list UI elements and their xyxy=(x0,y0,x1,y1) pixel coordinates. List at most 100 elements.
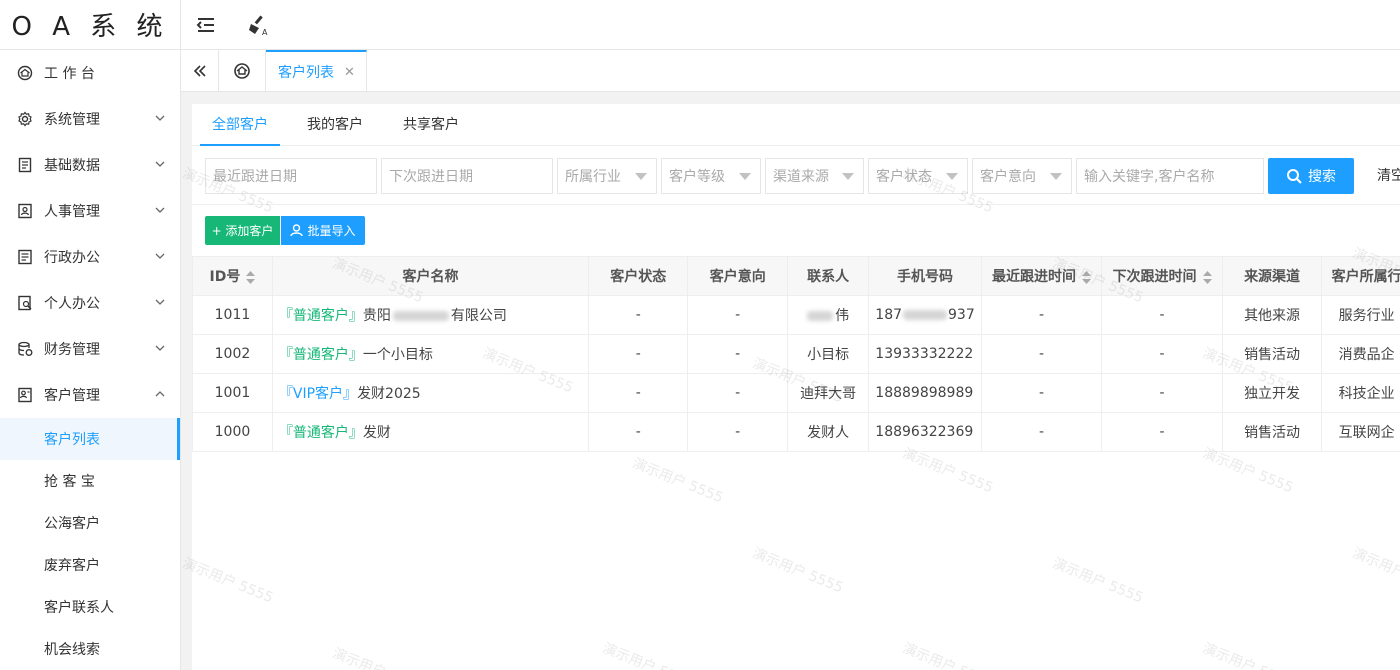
cell-customer-name[interactable]: 『普通客户』一个小目标 xyxy=(271,334,590,374)
column-header[interactable]: 最近跟进时间 xyxy=(980,256,1103,296)
cell-intent: - xyxy=(687,334,788,374)
sidebar-subitem[interactable]: 公海客户 xyxy=(0,502,180,544)
sidebar: 工 作 台系统管理基础数据人事管理 行政办公 个人办公 财务管理客户管理客户列表抢 客… xyxy=(0,50,181,670)
intent-select[interactable]: 客户意向 xyxy=(972,158,1072,194)
dashboard-icon xyxy=(16,64,34,82)
cell-source: 销售活动 xyxy=(1221,412,1323,452)
subtab-my-customers[interactable]: 我的客户 xyxy=(295,104,375,146)
user-icon xyxy=(290,224,304,237)
last-follow-time: - xyxy=(1038,424,1045,440)
double-chevron-left-icon[interactable] xyxy=(181,50,219,92)
last-follow-time: - xyxy=(1038,307,1045,323)
sidebar-item-settings[interactable]: 系统管理 xyxy=(0,96,180,142)
cell-customer-name[interactable]: 『普通客户』发财 xyxy=(271,412,590,452)
caret-down-icon xyxy=(946,173,958,180)
column-header-label: 来源渠道 xyxy=(1244,269,1301,285)
subtab-all-customers[interactable]: 全部客户 xyxy=(200,104,280,146)
caret-down-icon xyxy=(739,173,751,180)
industry-select[interactable]: 所属行业 xyxy=(557,158,657,194)
sidebar-item-label: 系统管理 xyxy=(44,112,100,128)
chevron-down-icon xyxy=(154,158,166,170)
sidebar-subitem[interactable]: 客户列表 xyxy=(0,418,180,460)
source-channel: 销售活动 xyxy=(1244,347,1301,363)
cell-id: 1001 xyxy=(192,373,273,413)
keyword-search-input[interactable]: 输入关键字,客户名称 xyxy=(1076,158,1264,194)
batch-import-button[interactable]: 批量导入 xyxy=(280,216,365,245)
sidebar-item-database[interactable]: 基础数据 xyxy=(0,142,180,188)
home-tab-icon[interactable] xyxy=(219,50,266,92)
cell-contact: 伟 xyxy=(786,295,870,335)
status-select[interactable]: 客户状态 xyxy=(868,158,968,194)
customer-table: ID号 客户名称 客户状态 客户意向 联系人 手机号码 最近跟进时间 下次跟进时间 来源渠道 客户… xyxy=(192,256,1400,452)
menu-fold-icon[interactable] xyxy=(193,12,219,38)
sidebar-item-user-search[interactable]: 个人办公 xyxy=(0,280,180,326)
subtab-shared-customers[interactable]: 共享客户 xyxy=(391,104,471,146)
phone-prefix: 18889898989 xyxy=(875,385,974,401)
phone-prefix: 18896322369 xyxy=(875,424,974,440)
sidebar-item-dashboard[interactable]: 工 作 台 xyxy=(0,50,180,96)
customer-tag: 『普通客户』 xyxy=(278,425,363,441)
sidebar-item-finance[interactable]: 财务管理 xyxy=(0,326,180,372)
column-header[interactable]: ID号 xyxy=(192,256,273,296)
table-row[interactable]: 1001 『VIP客户』发财2025 - - 迪拜大哥 18889898989 - - 独立开发… xyxy=(192,373,1400,413)
sidebar-item-customer[interactable]: 客户管理 xyxy=(0,372,180,418)
table-row[interactable]: 1002 『普通客户』一个小目标 - - 小目标 13933332222 - - 销售活动 消费品… xyxy=(192,334,1400,374)
column-header[interactable]: 下次跟进时间 xyxy=(1101,256,1223,296)
theme-brush-icon[interactable]: A xyxy=(245,12,271,38)
customer-intent: - xyxy=(735,424,741,440)
column-header-label: 下次跟进时间 xyxy=(1112,269,1197,285)
source-select-value: 渠道来源 xyxy=(773,169,829,185)
clear-button[interactable]: 清空 xyxy=(1377,158,1400,194)
caret-down-icon xyxy=(842,173,854,180)
customer-id: 1000 xyxy=(214,424,251,440)
sidebar-subitem[interactable]: 机会线索 xyxy=(0,628,180,670)
table-header-row: ID号 客户名称 客户状态 客户意向 联系人 手机号码 最近跟进时间 下次跟进时间 来源渠道 客户… xyxy=(192,256,1400,296)
customer-tag: 『VIP客户』 xyxy=(278,386,358,402)
sidebar-subitem[interactable]: 废弃客户 xyxy=(0,544,180,586)
column-header-label: 客户名称 xyxy=(402,269,459,285)
cell-source: 销售活动 xyxy=(1221,334,1323,374)
sidebar-subitem[interactable]: 客户联系人 xyxy=(0,586,180,628)
contact-name: 发财人 xyxy=(807,425,850,441)
cell-customer-name[interactable]: 『VIP客户』发财2025 xyxy=(271,373,590,413)
cell-next-follow: - xyxy=(1101,334,1223,374)
search-button[interactable]: 搜索 xyxy=(1268,158,1354,194)
industry: 互联网企 xyxy=(1338,425,1395,441)
add-customer-button[interactable]: + 添加客户 xyxy=(205,216,280,245)
customer-intent: - xyxy=(735,307,741,323)
close-icon[interactable]: ✕ xyxy=(344,65,355,80)
sort-icon[interactable] xyxy=(246,270,256,284)
cell-industry: 消费品企 xyxy=(1321,334,1400,374)
contact-name: 伟 xyxy=(835,308,850,324)
column-header: 客户所属行 xyxy=(1321,256,1400,296)
sidebar-item-label: 客户管理 xyxy=(44,388,100,404)
cell-last-follow: - xyxy=(980,412,1103,452)
cell-id: 1000 xyxy=(192,412,273,452)
sidebar-item-document[interactable]: 行政办公 xyxy=(0,234,180,280)
source-select[interactable]: 渠道来源 xyxy=(765,158,864,194)
cell-status: - xyxy=(588,295,689,335)
search-label: 搜索 xyxy=(1308,169,1336,185)
last-follow-date-input[interactable]: 最近跟进日期 xyxy=(205,158,377,194)
sidebar-item-label: 基础数据 xyxy=(44,158,100,174)
cell-id: 1011 xyxy=(192,295,273,335)
next-follow-time: - xyxy=(1159,346,1165,362)
sort-icon[interactable] xyxy=(1202,270,1212,284)
next-follow-date-input[interactable]: 下次跟进日期 xyxy=(381,158,553,194)
intent-select-value: 客户意向 xyxy=(980,169,1036,185)
sidebar-item-user-card[interactable]: 人事管理 xyxy=(0,188,180,234)
industry: 科技企业 xyxy=(1338,386,1395,402)
table-row[interactable]: 1000 『普通客户』发财 - - 发财人 18896322369 - - 销售活动 互联网企 xyxy=(192,412,1400,452)
grade-select[interactable]: 客户等级 xyxy=(661,158,761,194)
table-row[interactable]: 1011 『普通客户』贵阳 有限公司 - - 伟 187 937 - - 其他来源 服务行业 xyxy=(192,295,1400,335)
settings-icon xyxy=(16,110,34,128)
cell-customer-name[interactable]: 『普通客户』贵阳 有限公司 xyxy=(271,295,590,335)
sidebar-subitem[interactable]: 抢 客 宝 xyxy=(0,460,180,502)
tab-customer-list[interactable]: 客户列表 ✕ xyxy=(266,50,367,92)
cell-phone: 187 937 xyxy=(868,295,982,335)
last-follow-time: - xyxy=(1038,385,1045,401)
sort-icon[interactable] xyxy=(1082,270,1092,284)
source-channel: 销售活动 xyxy=(1244,425,1301,441)
contact-name: 小目标 xyxy=(807,347,850,363)
subtabs: 全部客户 我的客户 共享客户 xyxy=(192,104,1400,146)
